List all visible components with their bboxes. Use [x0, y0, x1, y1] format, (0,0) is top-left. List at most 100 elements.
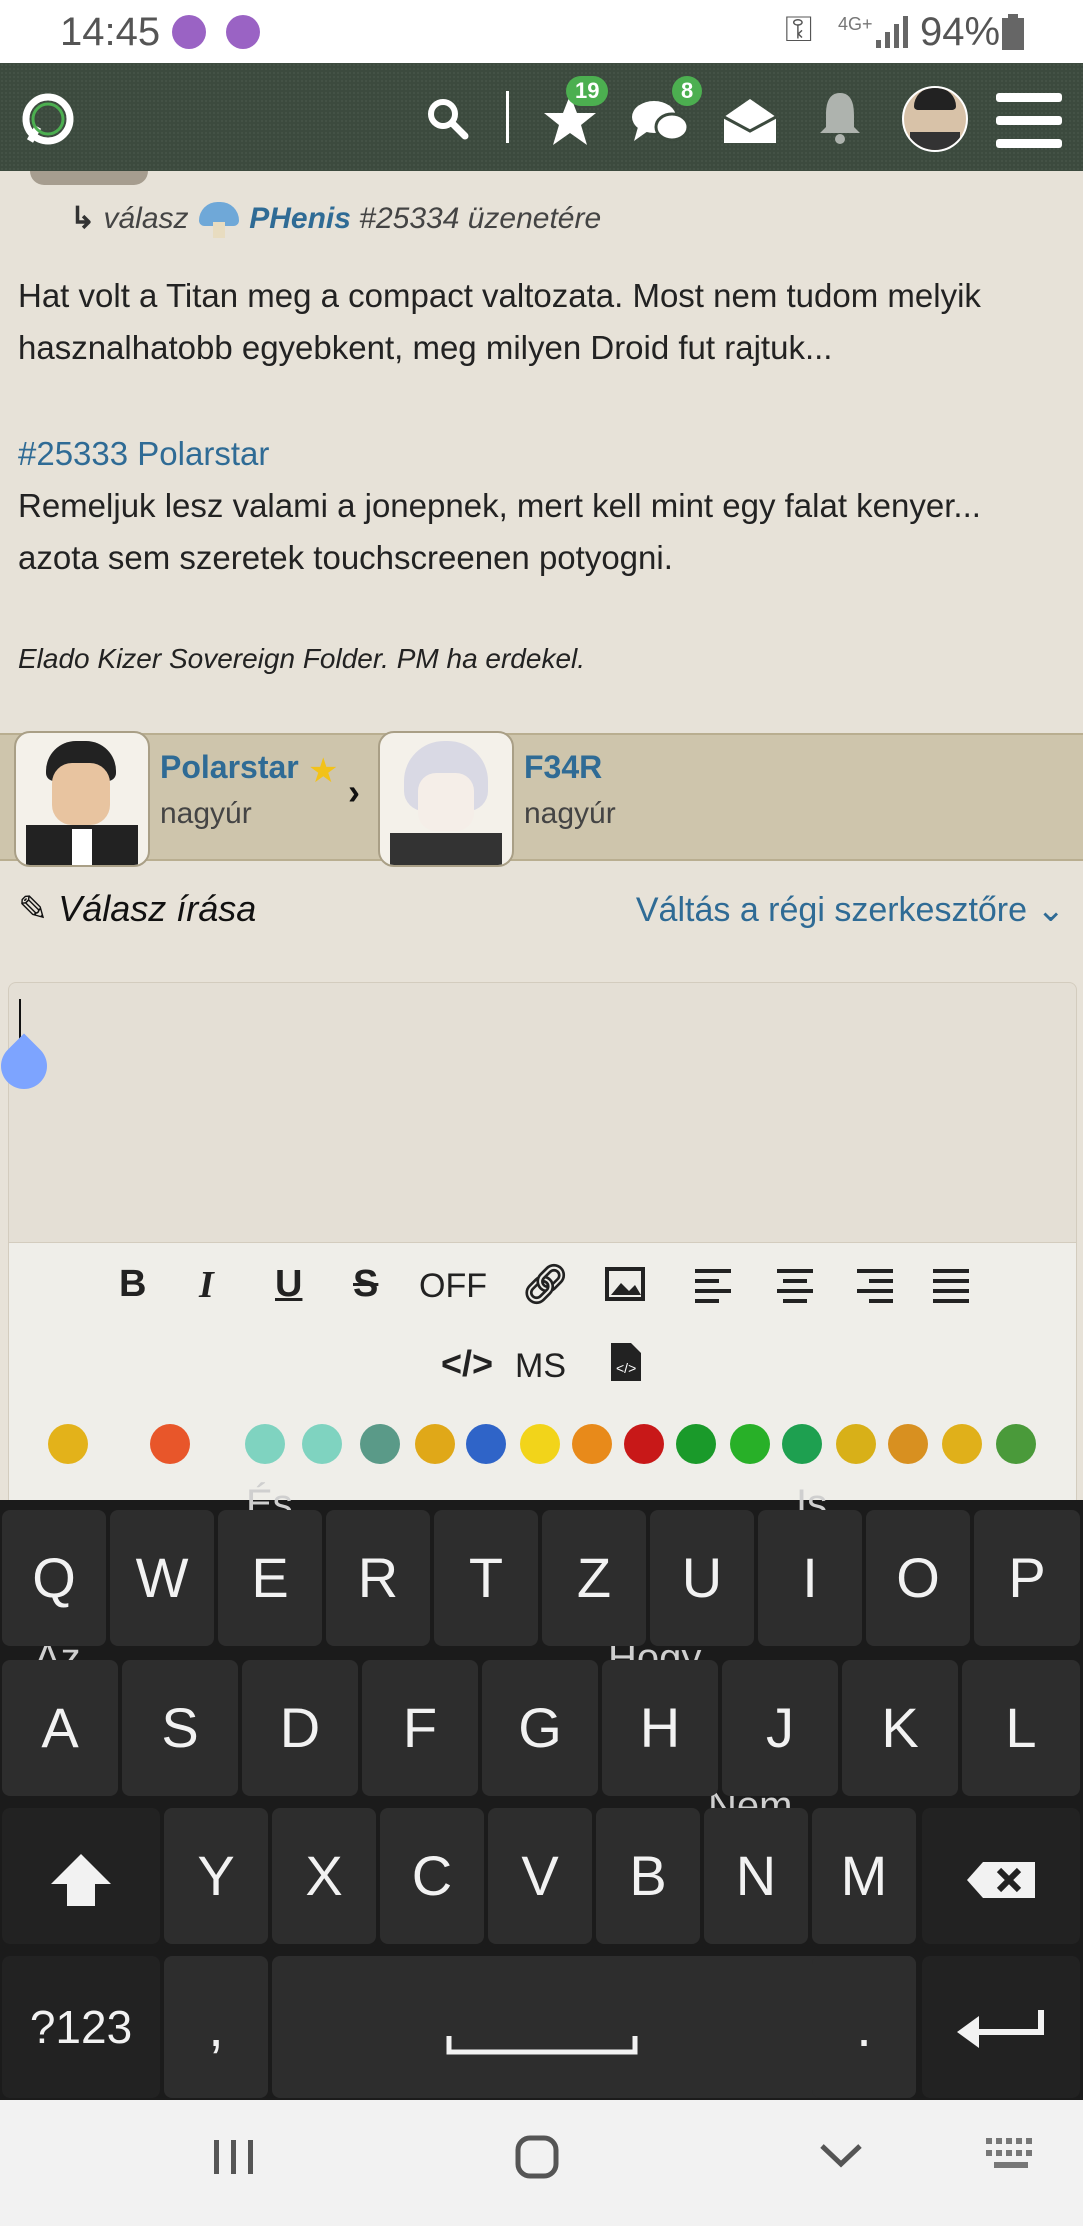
bell-icon[interactable] [816, 89, 864, 145]
angry-smiley-icon[interactable] [150, 1424, 190, 1464]
align-justify-icon[interactable] [933, 1269, 973, 1303]
username-link[interactable]: Polarstar [160, 749, 299, 786]
user-rank: nagyúr [160, 797, 252, 830]
key-x[interactable]: X [272, 1808, 376, 1944]
key-i[interactable]: I [758, 1510, 862, 1646]
worried-smiley-icon[interactable] [520, 1424, 560, 1464]
key-y[interactable]: Y [164, 1808, 268, 1944]
symbols-key[interactable]: ?123 [2, 1956, 160, 2098]
comma-key[interactable]: , [164, 1956, 268, 2098]
key-b[interactable]: B [596, 1808, 700, 1944]
key-g[interactable]: G [482, 1660, 598, 1796]
switch-editor-link[interactable]: Váltás a régi szerkesztőre ⌄ [636, 890, 1065, 930]
hide-keyboard-icon[interactable] [818, 2140, 864, 2170]
key-n[interactable]: N [704, 1808, 808, 1944]
teeth-smiley-icon[interactable] [302, 1424, 342, 1464]
user-avatar[interactable] [902, 86, 968, 152]
shift-arrow-icon [51, 1854, 111, 1907]
key-c[interactable]: C [380, 1808, 484, 1944]
annoyed-smiley-icon[interactable] [572, 1424, 612, 1464]
smiley-icon[interactable] [48, 1424, 88, 1464]
backspace-key[interactable] [922, 1808, 1080, 1944]
post-paragraph: Hat volt a Titan meg a compact valtozata… [18, 277, 981, 366]
devil-smiley-icon[interactable] [730, 1424, 770, 1464]
off-button[interactable]: OFF [419, 1267, 487, 1306]
sick-smiley-icon[interactable] [996, 1424, 1036, 1464]
svg-text:</>: </> [616, 1360, 636, 1376]
post-paragraph: Remeljuk lesz valami a jonepnek, mert ke… [18, 487, 981, 576]
grin-smiley-icon[interactable] [245, 1424, 285, 1464]
key-p[interactable]: P [974, 1510, 1080, 1646]
backspace-icon [967, 1862, 1035, 1899]
system-navigation-bar [0, 2100, 1083, 2226]
image-icon[interactable] [605, 1267, 645, 1303]
align-right-icon[interactable] [855, 1269, 895, 1303]
key-j[interactable]: J [722, 1660, 838, 1796]
chevron-right-icon: › [348, 771, 360, 812]
key-z[interactable]: Z [542, 1510, 646, 1646]
key-f[interactable]: F [362, 1660, 478, 1796]
key-w[interactable]: W [110, 1510, 214, 1646]
key-r[interactable]: R [326, 1510, 430, 1646]
grin-smiley-icon[interactable] [836, 1424, 876, 1464]
key-v[interactable]: V [488, 1808, 592, 1944]
mushroom-icon [197, 200, 241, 240]
link-icon[interactable]: 🔗︎ [521, 1263, 569, 1307]
code-file-icon[interactable]: </> [609, 1341, 643, 1383]
period-key[interactable]: . [812, 1956, 916, 2098]
green-smiley-icon[interactable] [676, 1424, 716, 1464]
menu-icon[interactable] [996, 93, 1062, 149]
bold-button[interactable]: B [119, 1263, 146, 1306]
keyboard-switch-icon[interactable] [986, 2138, 1038, 2172]
key-q[interactable]: Q [2, 1510, 106, 1646]
site-logo-icon[interactable] [18, 89, 78, 149]
reply-suffix: #25334 üzenetére [359, 201, 602, 235]
underline-button[interactable]: U [275, 1263, 302, 1306]
shift-key[interactable] [2, 1808, 160, 1944]
avatar[interactable] [378, 731, 514, 867]
key-t[interactable]: T [434, 1510, 538, 1646]
key-o[interactable]: O [866, 1510, 970, 1646]
italic-button[interactable]: I [199, 1263, 214, 1307]
reply-user-link[interactable]: PHenis [249, 202, 351, 235]
align-left-icon[interactable] [695, 1269, 735, 1303]
quote-reference-link[interactable]: #25333 Polarstar [18, 428, 1068, 480]
code-icon[interactable]: </> [441, 1343, 493, 1385]
key-e[interactable]: E [218, 1510, 322, 1646]
key-u[interactable]: U [650, 1510, 754, 1646]
avatar[interactable] [14, 731, 150, 867]
username-link[interactable]: F34R [524, 749, 602, 786]
smile-smiley-icon[interactable] [415, 1424, 455, 1464]
space-bar-icon [446, 2036, 638, 2055]
mail-icon[interactable] [722, 97, 778, 145]
key-a[interactable]: A [2, 1660, 118, 1796]
sad-smiley-icon[interactable] [466, 1424, 506, 1464]
home-icon[interactable] [514, 2134, 560, 2180]
pencil-icon: ✎ [18, 888, 49, 929]
recent-apps-icon[interactable] [212, 2136, 256, 2176]
key-s[interactable]: S [122, 1660, 238, 1796]
key-l[interactable]: L [962, 1660, 1080, 1796]
cursor-handle[interactable] [0, 1033, 57, 1099]
privacy-icon [226, 15, 260, 49]
laugh-smiley-icon[interactable] [888, 1424, 928, 1464]
neutral-smiley-icon[interactable] [942, 1424, 982, 1464]
signature: Elado Kizer Sovereign Folder. PM ha erde… [18, 643, 586, 674]
search-icon[interactable] [425, 96, 469, 140]
key-h[interactable]: H [602, 1660, 718, 1796]
shocked-smiley-icon[interactable] [360, 1424, 400, 1464]
strikethrough-button[interactable]: S [353, 1263, 378, 1306]
reply-textarea[interactable] [0, 982, 1077, 1243]
tongue-smiley-icon[interactable] [782, 1424, 822, 1464]
network-type: 4G+ [838, 14, 873, 34]
mad-smiley-icon[interactable] [624, 1424, 664, 1464]
user-rank: nagyúr [524, 797, 616, 830]
enter-key[interactable] [922, 1956, 1080, 2098]
key-k[interactable]: K [842, 1660, 958, 1796]
key-icon: ⚿ [785, 8, 813, 49]
key-d[interactable]: D [242, 1660, 358, 1796]
battery-icon [1002, 14, 1024, 50]
ms-button[interactable]: MS [515, 1347, 566, 1386]
align-center-icon[interactable] [775, 1269, 815, 1303]
key-m[interactable]: M [812, 1808, 916, 1944]
